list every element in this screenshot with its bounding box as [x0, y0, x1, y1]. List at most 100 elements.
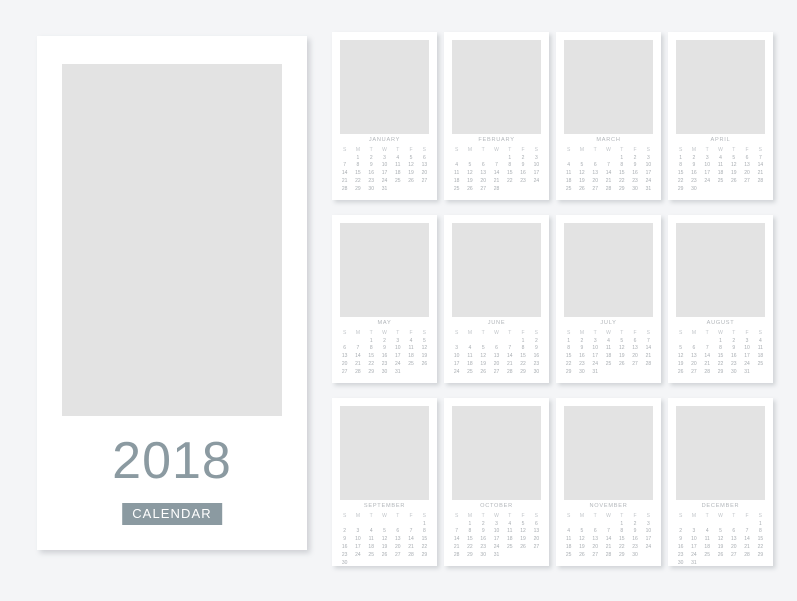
date-cell[interactable]: 21 [754, 170, 767, 178]
date-cell[interactable]: 3 [490, 520, 503, 528]
date-cell[interactable]: 9 [365, 162, 378, 170]
date-cell[interactable]: 25 [391, 178, 404, 186]
date-cell[interactable]: 2 [674, 528, 687, 536]
month-card-november[interactable]: NOVEMBER S M T W T F S 1 2 3 4 5 6 7 8 9 10 11 12 13 14 15 16 17… [556, 398, 661, 566]
date-cell[interactable]: 7 [754, 154, 767, 162]
date-cell[interactable]: 1 [674, 154, 687, 162]
date-cell[interactable]: 14 [642, 345, 655, 353]
date-cell[interactable]: 24 [351, 552, 364, 560]
date-cell[interactable]: 26 [418, 361, 431, 369]
date-cell[interactable]: 26 [727, 178, 740, 186]
date-cell[interactable]: 9 [687, 162, 700, 170]
date-cell[interactable]: 14 [404, 536, 417, 544]
date-cell[interactable]: 8 [516, 345, 529, 353]
date-cell[interactable]: 23 [687, 178, 700, 186]
date-cell[interactable]: 9 [378, 345, 391, 353]
date-cell[interactable]: 29 [714, 369, 727, 377]
date-cell[interactable]: 21 [490, 178, 503, 186]
date-cell[interactable]: 10 [687, 536, 700, 544]
date-cell[interactable]: 19 [404, 170, 417, 178]
date-cell[interactable]: 30 [727, 369, 740, 377]
date-cell[interactable]: 13 [727, 536, 740, 544]
date-cell[interactable]: 27 [477, 186, 490, 194]
date-cell[interactable]: 22 [418, 544, 431, 552]
date-cell[interactable]: 16 [687, 170, 700, 178]
date-cell[interactable]: 15 [615, 536, 628, 544]
date-cell[interactable]: 26 [714, 552, 727, 560]
date-cell[interactable]: 3 [687, 528, 700, 536]
date-cell[interactable]: 30 [687, 186, 700, 194]
date-cell[interactable]: 1 [351, 154, 364, 162]
date-cell[interactable]: 26 [477, 369, 490, 377]
date-cell[interactable]: 6 [589, 528, 602, 536]
date-cell[interactable]: 20 [530, 536, 543, 544]
date-cell[interactable]: 20 [727, 544, 740, 552]
date-cell[interactable]: 27 [490, 369, 503, 377]
date-cell[interactable]: 15 [463, 536, 476, 544]
date-cell[interactable]: 12 [674, 353, 687, 361]
date-cell[interactable]: 9 [530, 345, 543, 353]
date-cell[interactable]: 7 [740, 528, 753, 536]
date-cell[interactable]: 29 [516, 369, 529, 377]
date-cell[interactable]: 6 [338, 345, 351, 353]
date-cell[interactable]: 25 [562, 186, 575, 194]
date-cell[interactable]: 5 [463, 162, 476, 170]
date-cell[interactable]: 1 [754, 520, 767, 528]
date-cell[interactable]: 20 [490, 361, 503, 369]
date-cell[interactable]: 10 [642, 528, 655, 536]
date-cell[interactable]: 21 [602, 178, 615, 186]
date-cell[interactable]: 21 [338, 178, 351, 186]
date-cell[interactable]: 26 [575, 552, 588, 560]
date-cell[interactable]: 1 [463, 520, 476, 528]
date-cell[interactable]: 22 [714, 361, 727, 369]
date-cell[interactable]: 17 [642, 536, 655, 544]
date-cell[interactable]: 16 [477, 536, 490, 544]
month-card-june[interactable]: JUNE S M T W T F S 1 2 3 4 5 6 7 8 9 10 11 12 13 14 15 16 17 18 19… [444, 215, 549, 383]
date-cell[interactable]: 28 [503, 369, 516, 377]
date-cell[interactable]: 6 [477, 162, 490, 170]
date-cell[interactable]: 1 [562, 337, 575, 345]
date-cell[interactable]: 28 [642, 361, 655, 369]
date-cell[interactable]: 13 [338, 353, 351, 361]
date-cell[interactable]: 2 [378, 337, 391, 345]
date-cell[interactable]: 21 [642, 353, 655, 361]
date-cell[interactable]: 15 [754, 536, 767, 544]
date-cell[interactable]: 9 [516, 162, 529, 170]
date-cell[interactable]: 28 [602, 552, 615, 560]
date-cell[interactable]: 2 [338, 528, 351, 536]
date-cell[interactable]: 14 [503, 353, 516, 361]
date-cell[interactable]: 4 [503, 520, 516, 528]
date-cell[interactable]: 23 [530, 361, 543, 369]
month-photo-placeholder[interactable] [676, 223, 765, 317]
date-cell[interactable]: 3 [450, 345, 463, 353]
date-cell[interactable]: 1 [503, 154, 516, 162]
date-cell[interactable]: 12 [418, 345, 431, 353]
date-cell[interactable]: 17 [687, 544, 700, 552]
date-cell[interactable]: 19 [575, 178, 588, 186]
date-cell[interactable]: 3 [740, 337, 753, 345]
date-cell[interactable]: 12 [615, 345, 628, 353]
date-cell[interactable]: 6 [589, 162, 602, 170]
date-cell[interactable]: 4 [404, 337, 417, 345]
date-cell[interactable]: 12 [575, 170, 588, 178]
date-cell[interactable]: 13 [628, 345, 641, 353]
date-cell[interactable]: 15 [674, 170, 687, 178]
date-cell[interactable]: 30 [530, 369, 543, 377]
date-cell[interactable]: 14 [490, 170, 503, 178]
date-cell[interactable]: 21 [740, 544, 753, 552]
date-cell[interactable]: 5 [714, 528, 727, 536]
date-cell[interactable]: 13 [589, 170, 602, 178]
date-cell[interactable]: 15 [418, 536, 431, 544]
date-cell[interactable]: 28 [701, 369, 714, 377]
date-cell[interactable]: 4 [701, 528, 714, 536]
date-cell[interactable]: 11 [365, 536, 378, 544]
month-photo-placeholder[interactable] [340, 40, 429, 134]
date-cell[interactable]: 27 [391, 552, 404, 560]
date-cell[interactable]: 3 [351, 528, 364, 536]
date-cell[interactable]: 22 [615, 178, 628, 186]
date-cell[interactable]: 18 [365, 544, 378, 552]
date-cell[interactable]: 22 [615, 544, 628, 552]
month-photo-placeholder[interactable] [452, 406, 541, 500]
date-cell[interactable]: 25 [365, 552, 378, 560]
date-cell[interactable]: 23 [628, 178, 641, 186]
